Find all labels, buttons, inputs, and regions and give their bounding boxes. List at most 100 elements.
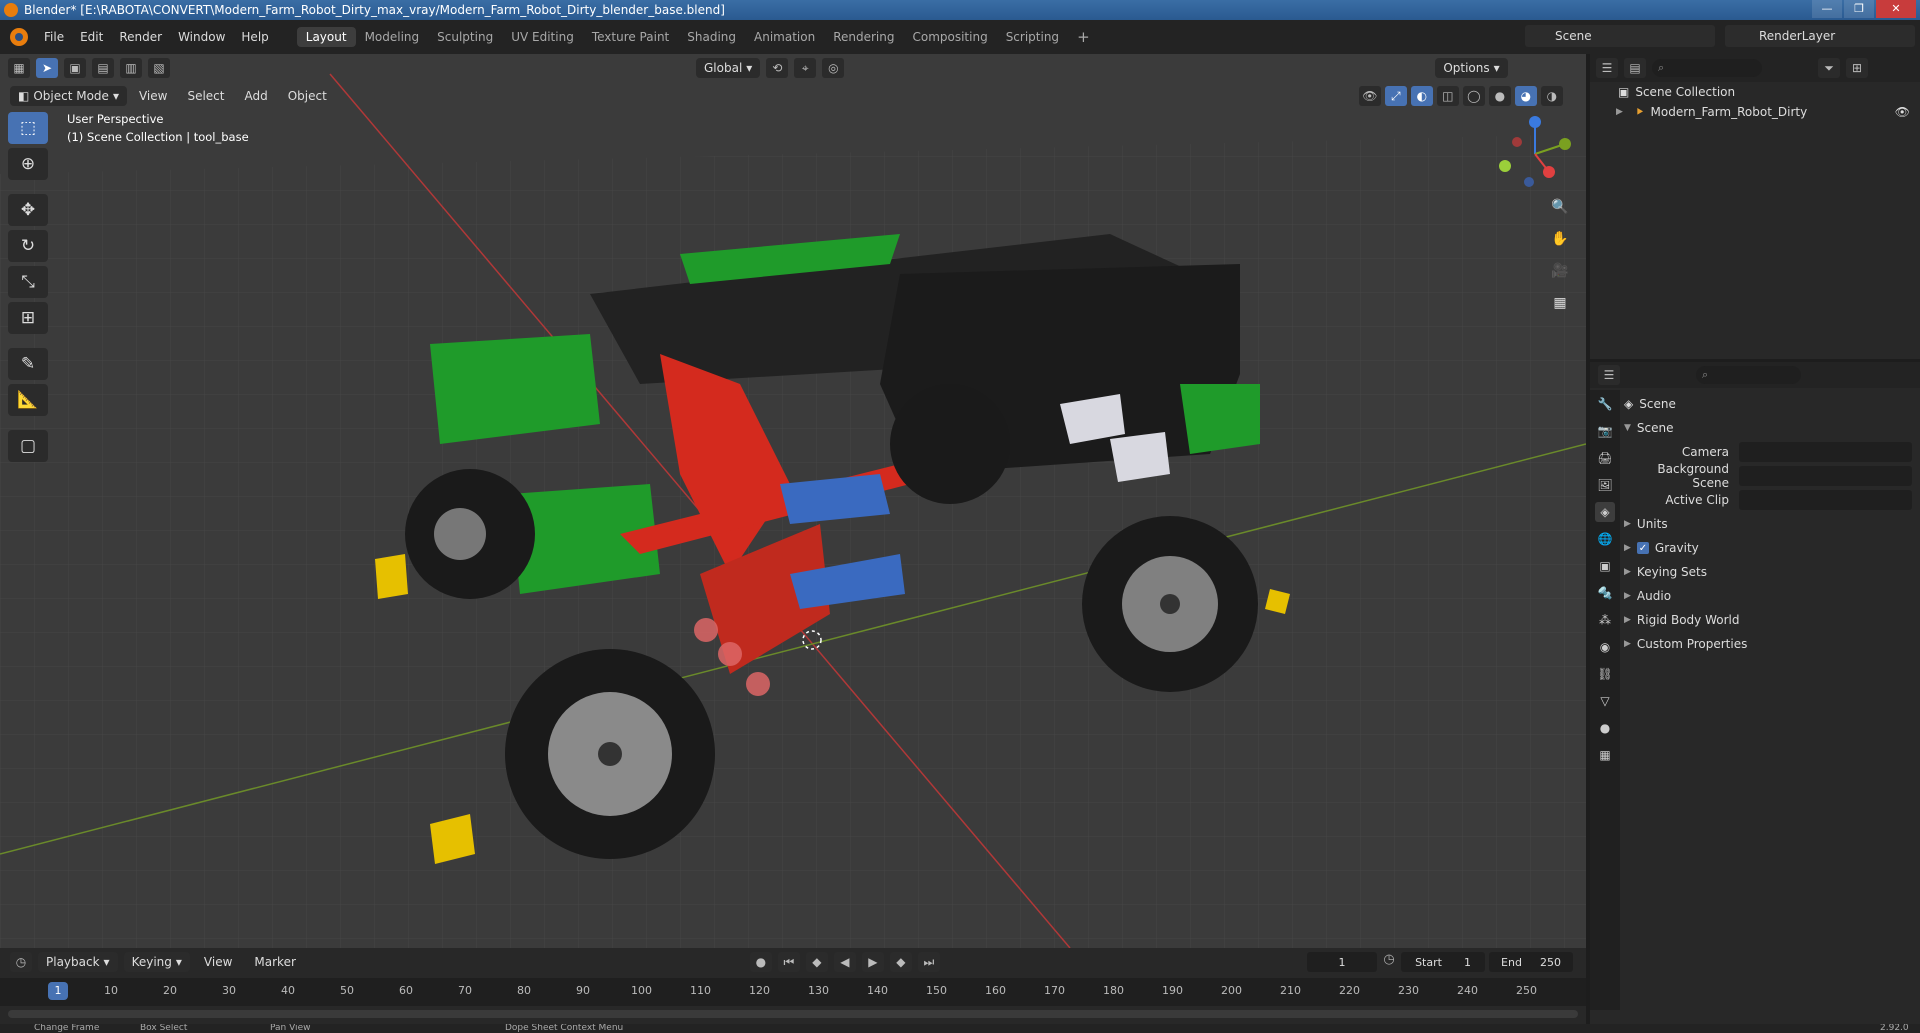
blender-menu-icon[interactable] (10, 28, 28, 46)
section-rigid-body-world[interactable]: ▶ Rigid Body World (1624, 608, 1920, 632)
menu-edit[interactable]: Edit (72, 30, 111, 44)
measure-tool-icon[interactable]: 📐 (8, 384, 48, 416)
select-box-icon[interactable]: ➤ (36, 58, 58, 78)
solid-shading-icon[interactable]: ● (1488, 86, 1511, 106)
rotate-tool-icon[interactable]: ↻ (8, 230, 48, 262)
ortho-grid-icon[interactable]: ▦ (1546, 290, 1574, 316)
scene-tab-icon[interactable]: ◈ (1595, 502, 1615, 522)
next-key-icon[interactable]: ◆ (889, 952, 912, 972)
keying-menu[interactable]: Keying ▾ (123, 952, 190, 972)
add-cube-tool-icon[interactable]: ▢ (8, 430, 48, 462)
annotate-tool-icon[interactable]: ✎ (8, 348, 48, 380)
camera-view-icon[interactable]: 🎥 (1546, 258, 1574, 284)
gizmo-icon[interactable]: ⤢ (1384, 86, 1407, 106)
section-keying-sets[interactable]: ▶ Keying Sets (1624, 560, 1920, 584)
pan-hand-icon[interactable]: ✋ (1546, 226, 1574, 252)
overlay-icon[interactable]: ◐ (1410, 86, 1433, 106)
world-tab-icon[interactable]: 🌐 (1595, 529, 1615, 549)
select-tool-icon[interactable]: ⬚ (8, 112, 48, 144)
section-units[interactable]: ▶ Units (1624, 512, 1920, 536)
record-icon[interactable]: ● (749, 952, 772, 972)
tab-animation[interactable]: Animation (745, 27, 824, 47)
section-gravity[interactable]: ▶ ✓ Gravity (1624, 536, 1920, 560)
wireframe-shading-icon[interactable]: ◯ (1462, 86, 1485, 106)
proportional-edit-icon[interactable]: ◎ (822, 58, 845, 78)
close-button[interactable]: ✕ (1876, 0, 1916, 18)
prev-key-icon[interactable]: ◆ (805, 952, 828, 972)
material-tab-icon[interactable]: ● (1595, 718, 1615, 738)
section-audio[interactable]: ▶ Audio (1624, 584, 1920, 608)
scene-selector[interactable]: Scene (1525, 25, 1715, 47)
menu-file[interactable]: File (36, 30, 72, 44)
viewport-menu-select[interactable]: Select (179, 86, 232, 106)
properties-editor-icon[interactable]: ☰ (1598, 365, 1620, 385)
timeline-view-menu[interactable]: View (196, 952, 240, 972)
scale-tool-icon[interactable]: ⤡ (8, 266, 48, 298)
eye-icon[interactable]: 👁 (1895, 105, 1910, 119)
navigation-gizmo[interactable] (1495, 114, 1575, 194)
menu-window[interactable]: Window (170, 30, 233, 44)
jump-start-icon[interactable]: ⏮ (777, 952, 800, 972)
modifier-tab-icon[interactable]: 🔩 (1595, 583, 1615, 603)
viewport-menu-object[interactable]: Object (280, 86, 335, 106)
view-layer-selector[interactable]: RenderLayer (1725, 25, 1915, 47)
tab-compositing[interactable]: Compositing (903, 27, 996, 47)
xray-icon[interactable]: ◫ (1436, 86, 1459, 106)
zoom-icon[interactable]: 🔍 (1546, 194, 1574, 220)
3d-viewport[interactable]: ▦ ➤ ▣ ▤ ▥ ▧ Global ▾ ⟲ ⌖ ◎ Options ▾ ◧ Obje… (0, 54, 1586, 948)
gravity-checkbox[interactable]: ✓ (1636, 542, 1649, 554)
tab-rendering[interactable]: Rendering (824, 27, 903, 47)
filter-icon[interactable]: ⏷ (1818, 58, 1840, 78)
menu-render[interactable]: Render (111, 30, 170, 44)
object-tab-icon[interactable]: ▣ (1595, 556, 1615, 576)
transform-orientation-dropdown[interactable]: Global ▾ (696, 58, 761, 78)
current-frame-field[interactable]: 1 (1307, 952, 1377, 972)
mode-subtract-icon[interactable]: ▥ (120, 58, 142, 78)
transform-tool-icon[interactable]: ⊞ (8, 302, 48, 334)
tab-uv-editing[interactable]: UV Editing (502, 27, 583, 47)
new-collection-icon[interactable]: ⊞ (1846, 58, 1868, 78)
minimize-button[interactable]: — (1812, 0, 1842, 18)
rendered-shading-icon[interactable]: ◑ (1540, 86, 1563, 106)
viewport-menu-add[interactable]: Add (236, 86, 275, 106)
menu-help[interactable]: Help (233, 30, 276, 44)
mode-new-icon[interactable]: ▣ (64, 58, 86, 78)
view-layer-tab-icon[interactable]: 🖼 (1595, 475, 1615, 495)
physics-tab-icon[interactable]: ◉ (1595, 637, 1615, 657)
playback-menu[interactable]: Playback ▾ (38, 952, 118, 972)
viewport-menu-view[interactable]: View (131, 86, 175, 106)
move-tool-icon[interactable]: ✥ (8, 194, 48, 226)
scene-panel-header[interactable]: ▼ Scene (1624, 416, 1920, 440)
timeline-scrollbar[interactable] (8, 1010, 1578, 1018)
timeline-marker-menu[interactable]: Marker (246, 952, 303, 972)
play-reverse-icon[interactable]: ◀ (833, 952, 856, 972)
constraints-tab-icon[interactable]: ⛓ (1595, 664, 1615, 684)
play-icon[interactable]: ▶ (861, 952, 884, 972)
material-shading-icon[interactable]: ◕ (1514, 86, 1537, 106)
end-frame-field[interactable]: End 250 (1489, 952, 1573, 972)
mode-extend-icon[interactable]: ▤ (92, 58, 114, 78)
pivot-icon[interactable]: ⟲ (766, 58, 789, 78)
expand-arrow-icon[interactable]: ▶ (1616, 107, 1623, 117)
render-tab-icon[interactable]: 📷 (1595, 421, 1615, 441)
options-dropdown[interactable]: Options ▾ (1435, 58, 1508, 78)
properties-search-input[interactable]: ⌕ (1696, 366, 1801, 384)
output-tab-icon[interactable]: 🖨 (1595, 448, 1615, 468)
visibility-icon[interactable]: 👁 (1358, 86, 1381, 106)
outliner-editor-icon[interactable]: ☰ (1596, 58, 1618, 78)
tab-layout[interactable]: Layout (296, 27, 356, 47)
tab-scripting[interactable]: Scripting (997, 27, 1068, 47)
outliner-search-input[interactable]: ⌕ (1652, 59, 1762, 77)
texture-tab-icon[interactable]: ▦ (1595, 745, 1615, 765)
playhead[interactable]: 1 (48, 982, 68, 1000)
background-scene-field[interactable] (1739, 466, 1912, 486)
tool-tab-icon[interactable]: 🔧 (1595, 394, 1615, 414)
tab-texture-paint[interactable]: Texture Paint (583, 27, 678, 47)
tab-sculpting[interactable]: Sculpting (428, 27, 502, 47)
object-mode-dropdown[interactable]: ◧ Object Mode ▾ (10, 86, 127, 106)
maximize-button[interactable]: ❐ (1844, 0, 1874, 18)
outliner-root[interactable]: ▣ Scene Collection (1590, 82, 1920, 102)
add-workspace-icon[interactable]: + (1068, 25, 1099, 49)
tab-modeling[interactable]: Modeling (356, 27, 429, 47)
timeline-ruler[interactable]: 10 20 30 40 50 60 70 80 90 100 110 120 1… (0, 978, 1586, 1006)
